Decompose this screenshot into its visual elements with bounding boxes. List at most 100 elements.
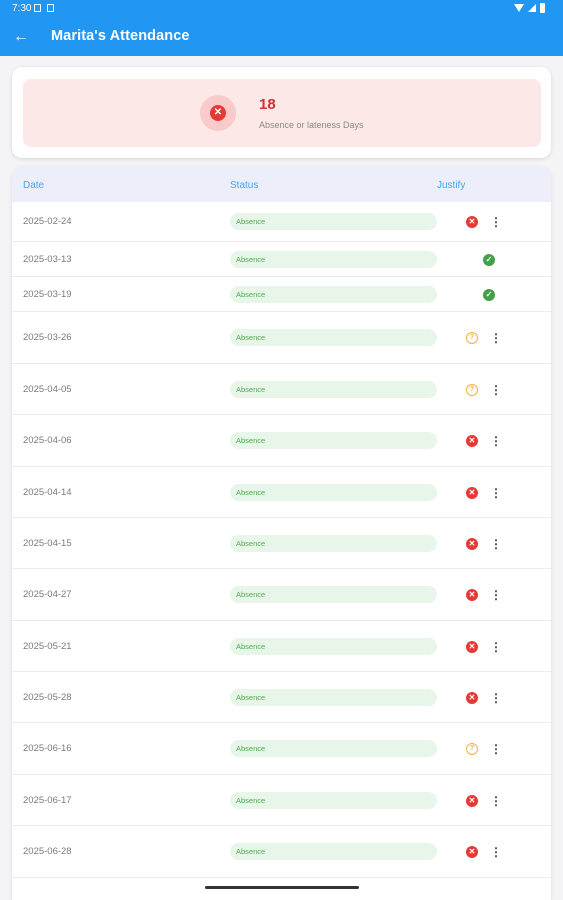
justify-pending-icon[interactable]: ? <box>466 743 478 755</box>
column-header-justify: Justify <box>437 180 466 191</box>
more-options-button[interactable]: ⋮ <box>490 794 502 808</box>
justify-rejected-icon[interactable]: ✕ <box>466 435 478 447</box>
table-row: 2025-03-13 Absence ✓ <box>12 242 551 277</box>
table-row: 2025-04-27 Absence ✕ ⋮ <box>12 569 551 621</box>
more-vertical-icon: ⋮ <box>490 845 502 859</box>
row-date: 2025-05-21 <box>23 641 72 652</box>
more-options-button[interactable]: ⋮ <box>490 588 502 602</box>
status-badge: Absence <box>230 535 437 552</box>
row-date: 2025-04-06 <box>23 435 72 446</box>
row-date: 2025-04-14 <box>23 487 72 498</box>
more-options-button[interactable]: ⋮ <box>490 434 502 448</box>
more-options-button[interactable]: ⋮ <box>490 486 502 500</box>
status-badge: Absence <box>230 792 437 809</box>
status-badge-label: Absence <box>236 385 266 394</box>
row-date: 2025-04-05 <box>23 384 72 395</box>
justify-rejected-icon[interactable]: ✕ <box>466 487 478 499</box>
status-badge-label: Absence <box>236 590 266 599</box>
status-badge-label: Absence <box>236 488 266 497</box>
more-options-button[interactable]: ⋮ <box>490 331 502 345</box>
table-row: 2025-05-21 Absence ✕ ⋮ <box>12 621 551 672</box>
more-vertical-icon: ⋮ <box>490 691 502 705</box>
wifi-icon <box>514 4 524 12</box>
summary-card: ✕ 18 Absence or lateness Days <box>12 67 551 158</box>
table-row: 2025-02-24 Absence ✕ ⋮ <box>12 202 551 242</box>
status-badge: Absence <box>230 286 437 303</box>
status-badge-label: Absence <box>236 255 266 264</box>
sim-icon <box>34 4 41 12</box>
more-vertical-icon: ⋮ <box>490 742 502 756</box>
more-options-button[interactable]: ⋮ <box>490 215 502 229</box>
status-badge: Absence <box>230 484 437 501</box>
row-date: 2025-04-15 <box>23 538 72 549</box>
row-date: 2025-02-24 <box>23 216 72 227</box>
more-vertical-icon: ⋮ <box>490 640 502 654</box>
more-options-button[interactable]: ⋮ <box>490 691 502 705</box>
more-vertical-icon: ⋮ <box>490 794 502 808</box>
more-options-button[interactable]: ⋮ <box>490 742 502 756</box>
absence-count: 18 <box>259 96 276 113</box>
status-badge: Absence <box>230 381 437 398</box>
row-date: 2025-06-28 <box>23 846 72 857</box>
more-vertical-icon: ⋮ <box>490 588 502 602</box>
absence-count-label: Absence or lateness Days <box>259 120 364 130</box>
table-row: 2025-04-06 Absence ✕ ⋮ <box>12 415 551 467</box>
justify-approved-icon[interactable]: ✓ <box>483 289 495 301</box>
justify-rejected-icon[interactable]: ✕ <box>466 795 478 807</box>
back-button[interactable]: ← <box>10 26 32 48</box>
status-badge: Absence <box>230 432 437 449</box>
justify-rejected-icon[interactable]: ✕ <box>466 589 478 601</box>
status-badge-label: Absence <box>236 290 266 299</box>
justify-rejected-icon[interactable]: ✕ <box>466 692 478 704</box>
table-row: 2025-06-17 Absence ✕ ⋮ <box>12 775 551 826</box>
status-badge-label: Absence <box>236 847 266 856</box>
status-time: 7:30 <box>12 3 32 14</box>
more-options-button[interactable]: ⋮ <box>490 383 502 397</box>
table-row: 2025-06-16 Absence? ⋮ <box>12 723 551 775</box>
column-header-status: Status <box>230 180 259 191</box>
more-vertical-icon: ⋮ <box>490 215 502 229</box>
table-row: 2025-06-28 Absence ✕ ⋮ <box>12 826 551 878</box>
justify-approved-icon[interactable]: ✓ <box>483 254 495 266</box>
justify-pending-icon[interactable]: ? <box>466 384 478 396</box>
status-badge: Absence <box>230 689 437 706</box>
table-row: 2025-03-26 Absence? ⋮ <box>12 312 551 364</box>
status-badge: Absence <box>230 251 437 268</box>
attendance-table: Date Status Justify 2025-02-24 Absence ✕ ⋮ 2… <box>12 167 551 900</box>
page-title: Marita's Attendance <box>51 28 190 44</box>
status-badge-label: Absence <box>236 436 266 445</box>
justify-rejected-icon[interactable]: ✕ <box>466 538 478 550</box>
justify-pending-icon[interactable]: ? <box>466 332 478 344</box>
justify-rejected-icon[interactable]: ✕ <box>466 846 478 858</box>
status-badge: Absence <box>230 740 437 757</box>
row-date: 2025-03-26 <box>23 332 72 343</box>
status-bar: 7:30 <box>0 0 563 18</box>
more-vertical-icon: ⋮ <box>490 383 502 397</box>
more-options-button[interactable]: ⋮ <box>490 537 502 551</box>
status-badge: Absence <box>230 213 437 230</box>
status-badge: Absence <box>230 843 437 860</box>
row-date: 2025-06-17 <box>23 795 72 806</box>
summary-panel: ✕ 18 Absence or lateness Days <box>23 79 541 147</box>
row-date: 2025-06-16 <box>23 743 72 754</box>
status-badge: Absence <box>230 638 437 655</box>
table-row: 2025-05-28 Absence ✕ ⋮ <box>12 672 551 723</box>
signal-icon <box>528 4 536 12</box>
more-vertical-icon: ⋮ <box>490 537 502 551</box>
home-indicator[interactable] <box>205 886 359 889</box>
justify-rejected-icon[interactable]: ✕ <box>466 641 478 653</box>
table-row: 2025-04-15 Absence ✕ ⋮ <box>12 518 551 569</box>
table-header: Date Status Justify <box>12 167 551 202</box>
more-options-button[interactable]: ⋮ <box>490 845 502 859</box>
status-badge: Absence <box>230 329 437 346</box>
status-badge-label: Absence <box>236 693 266 702</box>
more-vertical-icon: ⋮ <box>490 486 502 500</box>
status-badge-label: Absence <box>236 744 266 753</box>
status-badge: Absence <box>230 586 437 603</box>
justify-rejected-icon[interactable]: ✕ <box>466 216 478 228</box>
status-badge-label: Absence <box>236 796 266 805</box>
table-row: 2025-03-19 Absence ✓ <box>12 277 551 312</box>
status-badge-label: Absence <box>236 642 266 651</box>
more-vertical-icon: ⋮ <box>490 434 502 448</box>
more-options-button[interactable]: ⋮ <box>490 640 502 654</box>
